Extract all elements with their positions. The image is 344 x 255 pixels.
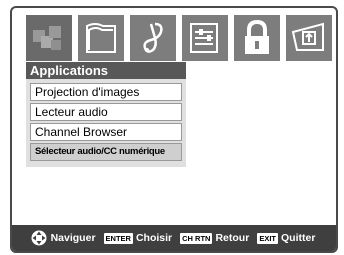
audio-icon <box>143 22 163 53</box>
setup-tab[interactable] <box>182 15 228 61</box>
picture-tab[interactable] <box>78 15 124 61</box>
menu-item-digital-audio-cc[interactable]: Sélecteur audio/CC numérique <box>30 143 182 161</box>
preferences-tab[interactable] <box>286 15 332 61</box>
applications-icon <box>33 26 61 50</box>
menu-title: Applications <box>26 62 186 79</box>
exit-key: EXIT <box>257 232 278 244</box>
navigate-label: Naviguer <box>50 232 96 244</box>
navigation-pad-icon <box>31 230 47 246</box>
setup-icon <box>190 23 218 53</box>
applications-tab[interactable] <box>26 15 72 61</box>
preferences-icon <box>291 22 324 51</box>
return-label: Retour <box>215 232 250 244</box>
menu-item-channel-browser[interactable]: Channel Browser <box>30 123 182 141</box>
ch-rtn-key: CH RTN <box>180 232 213 244</box>
menu-list: Projection d'images Lecteur audio Channe… <box>26 79 186 167</box>
picture-icon <box>86 23 116 53</box>
lock-tab[interactable] <box>234 15 280 61</box>
tv-menu-screen: Applications Projection d'images Lecteur… <box>10 6 338 253</box>
control-legend: Naviguer ENTER Choisir CH RTN Retour EXI… <box>12 225 336 251</box>
applications-menu: Applications Projection d'images Lecteur… <box>26 62 186 192</box>
menu-icon-bar <box>26 15 336 61</box>
enter-key: ENTER <box>103 232 133 244</box>
menu-item-audio-player[interactable]: Lecteur audio <box>30 103 182 121</box>
lock-icon <box>245 19 269 54</box>
choose-label: Choisir <box>135 232 173 244</box>
audio-tab[interactable] <box>130 15 176 61</box>
exit-label: Quitter <box>280 232 316 244</box>
menu-item-projection[interactable]: Projection d'images <box>30 83 182 101</box>
